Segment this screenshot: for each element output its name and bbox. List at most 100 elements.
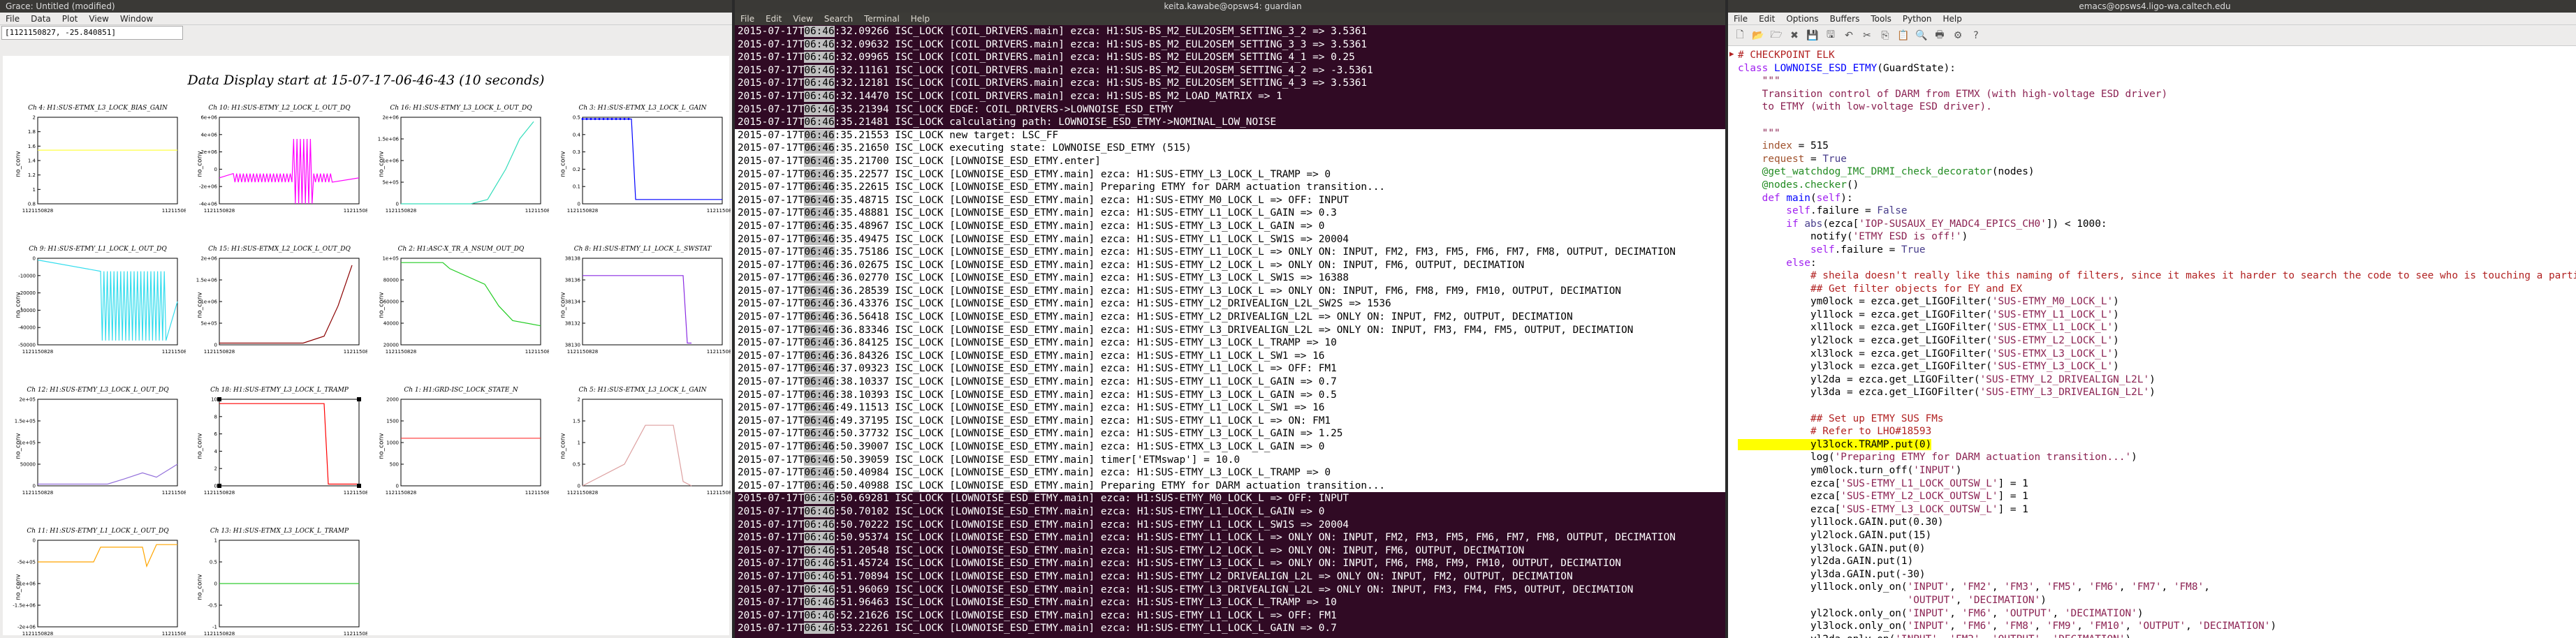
cut-icon[interactable]: ✂ xyxy=(1859,28,1875,43)
log-line: 2015-07-17T06:46:50.39007 ISC_LOCK [LOWN… xyxy=(735,440,1725,454)
term-menu-help[interactable]: Help xyxy=(905,13,935,25)
y-tick-label: 1000 xyxy=(386,440,399,446)
emacs-menu-tools[interactable]: Tools xyxy=(1865,13,1897,24)
log-text: :50.69281 ISC_LOCK [LOWNOISE_ESD_ETMY.ma… xyxy=(834,493,1349,505)
close-icon[interactable]: ✖ xyxy=(1787,28,1802,43)
emacs-menu-edit[interactable]: Edit xyxy=(1753,13,1780,24)
y-tick-label: 1.4 xyxy=(28,158,36,164)
log-date: 2015-07-17 xyxy=(738,117,798,128)
copy-icon[interactable]: ⎘ xyxy=(1878,28,1893,43)
code-token: @nodes.checker xyxy=(1738,179,1847,191)
plot-panel[interactable]: Ch 5: H1:SUS-ETMX_L3_LOCK_L_GAIN no_conv 2… xyxy=(555,387,731,512)
y-tick-label: 2 xyxy=(33,115,36,121)
code-token: , xyxy=(1949,621,1962,632)
terminal-output[interactable]: 2015-07-17T06:46:32.09266 ISC_LOCK [COIL… xyxy=(735,25,1725,638)
open-dir-icon[interactable]: 🗁 xyxy=(1769,28,1784,43)
grace-menu-plot[interactable]: Plot xyxy=(57,13,84,24)
log-line: 2015-07-17T06:46:38.10337 ISC_LOCK [LOWN… xyxy=(735,376,1725,389)
grace-menu-data[interactable]: Data xyxy=(25,13,57,24)
preferences-icon[interactable]: ⚙ xyxy=(1950,28,1966,43)
plot-panel[interactable]: Ch 16: H1:SUS-ETMY_L3_LOCK_L_OUT_DQ no_co… xyxy=(373,105,549,230)
code-line: @nodes.checker() xyxy=(1738,179,2576,192)
new-file-icon[interactable]: 🗋 xyxy=(1732,28,1748,43)
undo-icon[interactable]: ↶ xyxy=(1841,28,1857,43)
log-date: 2015-07-17 xyxy=(738,389,798,401)
open-folder-icon[interactable]: 📂 xyxy=(1750,28,1766,43)
code-line: yl2lock = ezca.get_LIGOFilter('SUS-ETMY_… xyxy=(1738,334,2576,348)
y-tick-label: 1 xyxy=(33,187,36,193)
grace-menu-view[interactable]: View xyxy=(83,13,114,24)
y-tick-label: 38132 xyxy=(565,321,580,327)
search-icon[interactable]: 🔍 xyxy=(1914,28,1929,43)
code-line: # Refer to LHO#18593 xyxy=(1738,425,2576,438)
panel-title: Ch 3: H1:SUS-ETMX_L3_LOCK_L_GAIN xyxy=(578,105,707,112)
emacs-menu-python[interactable]: Python xyxy=(1897,13,1938,24)
plot-panel[interactable]: Ch 12: H1:SUS-ETMY_L3_LOCK_L_OUT_DQ no_co… xyxy=(10,387,186,512)
log-text: :35.21650 ISC_LOCK executing state: LOWN… xyxy=(834,142,1192,154)
grace-menu-window[interactable]: Window xyxy=(115,13,159,24)
code-token: 'OUTPUT' xyxy=(1907,594,1956,606)
code-token: 'SUS-ETMY_L2_DRIVEALIGN_L2L' xyxy=(1979,373,2150,385)
term-menu-terminal[interactable]: Terminal xyxy=(858,13,905,25)
panel-plot: 10 8 6 4 2 01121150828 1121150829 xyxy=(204,397,367,496)
search-highlight: 06:46 xyxy=(804,532,835,544)
term-menu-search[interactable]: Search xyxy=(819,13,858,25)
data-point xyxy=(619,117,622,120)
plot-panel[interactable]: Ch 15: H1:SUS-ETMX_L2_LOCK_L_OUT_DQ no_co… xyxy=(191,246,367,371)
y-tick-label: 38138 xyxy=(565,256,580,262)
log-text: :53.22261 ISC_LOCK [LOWNOISE_ESD_ETMY.ma… xyxy=(834,623,1337,635)
log-text: :50.70102 ISC_LOCK [LOWNOISE_ESD_ETMY.ma… xyxy=(834,505,1325,517)
code-token: ## Set up ETMY SUS FMs xyxy=(1738,413,1944,424)
log-date: 2015-07-17 xyxy=(738,337,798,349)
print-icon[interactable]: 🖶 xyxy=(1932,28,1947,43)
grace-menu-file[interactable]: File xyxy=(0,13,25,24)
plot-panel[interactable]: Ch 4: H1:SUS-ETMX_L3_LOCK_BIAS_GAIN no_co… xyxy=(10,105,186,230)
log-line: 2015-07-17T06:46:50.40988 ISC_LOCK [LOWN… xyxy=(735,479,1725,493)
search-highlight: 06:46 xyxy=(804,519,835,531)
plot-panel[interactable]: Ch 11: H1:SUS-ETMY_L1_LOCK_L_OUT_DQ no_co… xyxy=(10,528,186,638)
emacs-code-buffer[interactable]: # CHECKPOINT ELK class LOWNOISE_ESD_ETMY(… xyxy=(1728,49,2576,638)
plot-panel[interactable]: Ch 8: H1:SUS-ETMY_L1_LOCK_L_SWSTAT no_con… xyxy=(555,246,731,371)
plot-panel[interactable]: Ch 10: H1:SUS-ETMY_L2_LOCK_L_OUT_DQ no_co… xyxy=(191,105,367,230)
paste-icon[interactable]: 📋 xyxy=(1896,28,1911,43)
plot-panel[interactable]: Ch 1: H1:GRD-ISC_LOCK_STATE_N no_conv 2000… xyxy=(373,387,549,512)
code-token: , xyxy=(2034,581,2047,593)
emacs-toolbar: 🗋 📂 🗁 ✖ 💾 🖫 ↶ ✂ ⎘ 📋 🔍 🖶 ⚙? xyxy=(1728,25,2576,46)
code-token: , xyxy=(2077,581,2089,593)
panel-plot: 2000 1500 1000 500 01121150828 1121150829 xyxy=(386,397,549,496)
term-menu-edit[interactable]: Edit xyxy=(760,13,787,25)
plot-panel[interactable]: Ch 13: H1:SUS-ETMX_L3_LOCK_L_TRAMP no_con… xyxy=(191,528,367,638)
code-line: Transition control of DARM from ETMX (wi… xyxy=(1738,88,2576,101)
code-token: self xyxy=(1816,192,1841,204)
save-as-icon[interactable]: 🖫 xyxy=(1823,28,1838,43)
plot-panel[interactable]: Ch 9: H1:SUS-ETMY_L1_LOCK_L_OUT_DQ no_con… xyxy=(10,246,186,371)
log-text: :35.21700 ISC_LOCK [LOWNOISE_ESD_ETMY.en… xyxy=(834,155,1101,167)
help-icon[interactable]: ? xyxy=(1968,28,1984,43)
log-line: 2015-07-17T06:46:49.37195 ISC_LOCK [LOWN… xyxy=(735,414,1725,428)
log-line: 2015-07-17T06:46:51.45724 ISC_LOCK [LOWN… xyxy=(735,557,1725,570)
panel-title: Ch 10: H1:SUS-ETMY_L2_LOCK_L_OUT_DQ xyxy=(208,105,351,112)
term-menu-file[interactable]: File xyxy=(735,13,760,25)
plot-panel[interactable]: Ch 2: H1:ASC-X_TR_A_NSUM_OUT_DQ no_conv 1e… xyxy=(373,246,549,371)
panel-plot: 0 -5e+05 -1e+06 -1.5e+06 -2e+061121150828 112… xyxy=(13,538,186,637)
code-token: yl1lock.GAIN.put(0.30) xyxy=(1738,517,1944,528)
y-tick-label: 1e+05 xyxy=(382,256,399,262)
search-highlight: 06:46 xyxy=(804,505,835,517)
plot-panel[interactable]: Ch 18: H1:SUS-ETMY_L3_LOCK_L_TRAMP no_con… xyxy=(191,387,367,512)
code-line: index = 515 xyxy=(1738,140,2576,153)
plot-canvas[interactable]: Data Display start at 15-07-17-06-46-43 … xyxy=(3,56,731,638)
emacs-menu-options[interactable]: Options xyxy=(1780,13,1824,24)
plot-panel[interactable]: Ch 3: H1:SUS-ETMX_L3_LOCK_L_GAIN no_conv 0… xyxy=(555,105,731,230)
emacs-menu-buffers[interactable]: Buffers xyxy=(1824,13,1866,24)
emacs-menu-file[interactable]: File xyxy=(1728,13,1753,24)
log-text: :35.49475 ISC_LOCK [LOWNOISE_ESD_ETMY.ma… xyxy=(834,233,1349,245)
y-tick-label: 0 xyxy=(33,256,36,262)
x-tick-label: 1121150828 xyxy=(386,349,417,355)
search-highlight: 06:46 xyxy=(804,181,835,193)
search-highlight: 06:46 xyxy=(804,324,835,336)
term-menu-view[interactable]: View xyxy=(787,13,818,25)
code-token: , xyxy=(2118,581,2132,593)
code-token: 'ETMY ESD is off!' xyxy=(1852,231,1962,243)
save-icon[interactable]: 💾 xyxy=(1805,28,1820,43)
emacs-menu-help[interactable]: Help xyxy=(1938,13,1968,24)
